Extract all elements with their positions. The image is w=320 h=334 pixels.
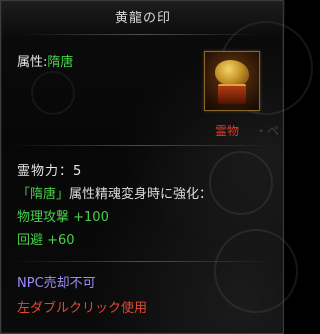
item-tooltip: 黄龍の印 属性:隋唐 霊物 ・ペ 霊物力：5 「隋唐」属性精魂変身時に強化： 物… [0,0,313,334]
item-type-label-overflow: ・ペ [255,124,280,138]
background-ornament [214,229,298,313]
stat-physical-attack: 物理攻撃 +100 [17,210,109,225]
section-divider [9,261,275,262]
section-divider [9,145,275,146]
attribute-value: 隋唐 [47,55,74,70]
npc-sell-note: NPC売却不可 [17,276,96,291]
tooltip-title: 黄龍の印 [1,1,285,37]
attribute-label: 属性: [17,55,48,70]
golden-dragon-seal-icon [215,60,249,86]
bonus-description: 「隋唐」属性精魂変身時に強化： [17,183,212,202]
item-icon-slot [204,51,260,111]
bonus-text: 属性精魂変身時に強化： [69,187,213,202]
spirit-power: 霊物力：5 [17,164,83,179]
background-ornament [209,151,273,215]
stat-evasion: 回避 +60 [17,233,75,248]
attribute-row: 属性:隋唐 [17,51,73,70]
seal-base [218,84,246,104]
title-divider [21,34,263,35]
usage-hint: 左ダブルクリック使用 [17,301,148,316]
bonus-attribute-tag: 「隋唐」 [17,187,70,202]
background-ornament [31,71,75,115]
item-type-label: 霊物 [215,124,240,138]
